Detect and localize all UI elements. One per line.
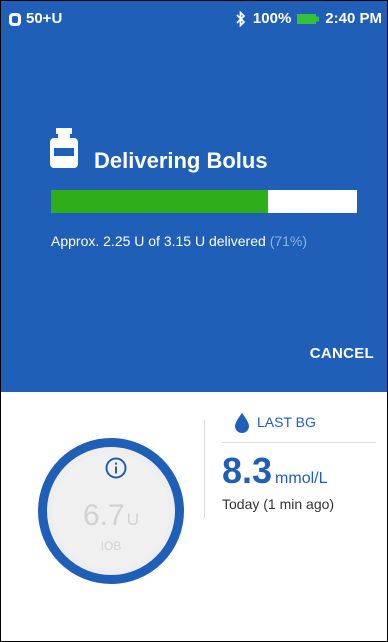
iob-value: 6.7 U (53, 499, 169, 533)
blood-drop-icon (235, 413, 249, 433)
delivered-percent: (71%) (269, 233, 308, 249)
insulin-vial-icon (50, 128, 78, 168)
delivered-text: Approx. 2.25 U of 3.15 U delivered (51, 233, 266, 249)
delivered-status: Approx. 2.25 U of 3.15 U delivered (71%) (51, 233, 307, 249)
reservoir-status: 50+U (8, 10, 62, 27)
clock: 2:40 PM (325, 10, 382, 27)
bg-reading: 8.3 mmol/L (222, 450, 328, 492)
horizontal-divider (222, 442, 376, 443)
delivering-bolus-title: Delivering Bolus (94, 148, 268, 173)
battery-icon (297, 13, 320, 24)
bg-value: 8.3 (222, 450, 273, 491)
bg-unit: mmol/L (275, 470, 328, 487)
battery-percent: 100% (252, 10, 292, 27)
cancel-button[interactable]: CANCEL (310, 345, 374, 362)
status-right-group: 100% 2:40 PM (235, 10, 382, 27)
reservoir-icon (9, 12, 21, 26)
vertical-divider (204, 420, 205, 518)
bolus-delivery-panel: Delivering Bolus Approx. 2.25 U of 3.15 … (0, 40, 388, 392)
iob-number: 6.7 (83, 499, 125, 532)
bg-time: Today (1 min ago) (222, 496, 335, 512)
iob-unit: U (126, 510, 139, 529)
last-bg-label: LAST BG (257, 414, 316, 430)
iob-gauge[interactable]: 6.7 U IOB (38, 438, 184, 584)
bluetooth-icon (236, 10, 246, 27)
reservoir-text: 50+U (26, 10, 63, 27)
iob-label: IOB (100, 539, 122, 553)
iob-inner-circle: 6.7 U IOB (53, 453, 169, 569)
info-icon[interactable] (105, 457, 127, 479)
status-bar: 50+U 100% 2:40 PM (0, 0, 388, 40)
bolus-progress-bar (51, 190, 357, 213)
bolus-progress-fill (51, 190, 269, 213)
